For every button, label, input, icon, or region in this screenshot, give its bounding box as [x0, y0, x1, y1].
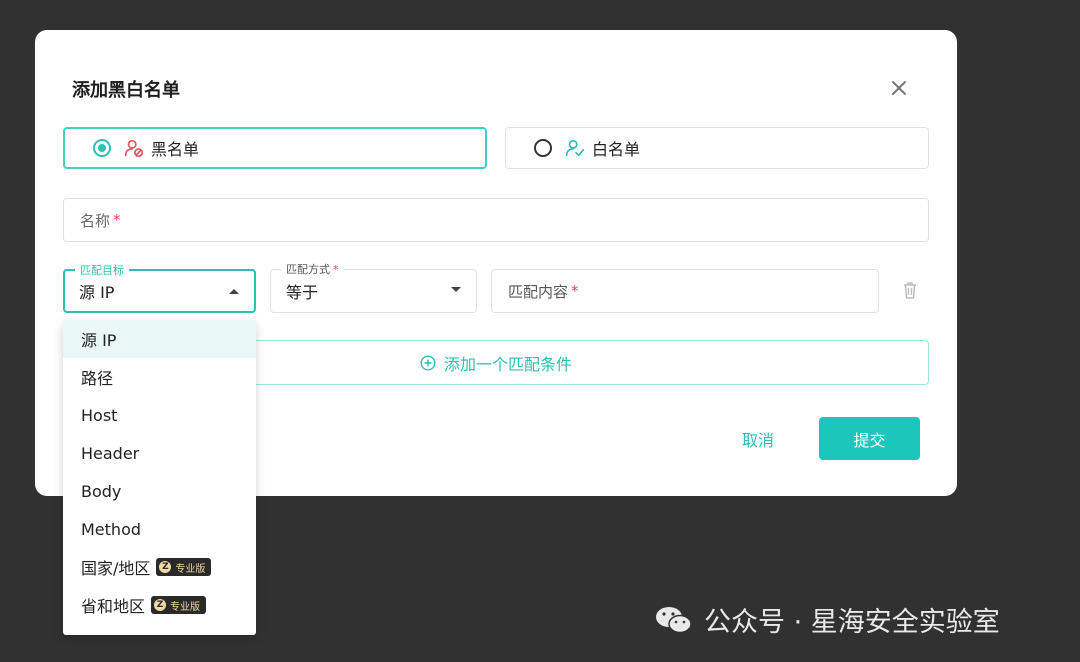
dropdown-item-header[interactable]: Header — [63, 434, 256, 472]
dropdown-item-path[interactable]: 路径 — [63, 358, 256, 396]
required-mark: * — [333, 263, 339, 276]
blacklist-option[interactable]: 黑名单 — [63, 127, 487, 169]
add-condition-label: 添加一个匹配条件 — [443, 354, 572, 374]
whitelist-option[interactable]: 白名单 — [505, 127, 929, 169]
dropdown-item-country[interactable]: 国家/地区 Z 专业版 — [63, 548, 256, 586]
caret-down-icon — [451, 287, 461, 292]
dropdown-item-source-ip[interactable]: 源 IP — [63, 320, 256, 358]
dropdown-item-label: 路径 — [81, 369, 114, 388]
blacklist-radio[interactable] — [93, 139, 111, 157]
dropdown-item-label: Body — [81, 481, 122, 501]
match-target-select[interactable]: 匹配目标 源 IP — [63, 262, 256, 313]
dropdown-item-body[interactable]: Body — [63, 472, 256, 510]
pro-badge: Z 专业版 — [156, 558, 212, 576]
name-field[interactable]: 名称 * — [63, 198, 929, 242]
match-mode-label: 匹配方式 * — [281, 261, 344, 277]
trash-icon[interactable] — [901, 280, 919, 300]
match-mode-value: 等于 — [286, 283, 319, 302]
pro-icon: Z — [159, 561, 172, 573]
pro-badge-label: 专业版 — [170, 601, 201, 613]
dropdown-item-method[interactable]: Method — [63, 510, 256, 548]
caret-up-icon — [229, 289, 239, 294]
dropdown-item-label: Host — [81, 405, 118, 425]
match-target-label: 匹配目标 — [75, 262, 129, 278]
name-placeholder: 名称 — [80, 211, 111, 230]
dropdown-item-label: Method — [81, 519, 142, 539]
dropdown-item-province[interactable]: 省和地区 Z 专业版 — [63, 586, 256, 624]
dropdown-item-label: 国家/地区 — [81, 559, 151, 578]
match-content-placeholder: 匹配内容 — [508, 282, 569, 301]
watermark: 公众号 · 星海安全实验室 — [654, 600, 1000, 639]
match-target-value: 源 IP — [79, 283, 115, 302]
match-mode-select[interactable]: 匹配方式 * 等于 — [270, 261, 477, 313]
pro-badge: Z 专业版 — [151, 596, 207, 614]
dropdown-item-label: 省和地区 — [81, 597, 146, 616]
pro-icon: Z — [154, 599, 167, 611]
required-mark: * — [571, 282, 579, 300]
watermark-text: 公众号 · 星海安全实验室 — [704, 607, 1000, 638]
submit-button[interactable]: 提交 — [819, 417, 920, 460]
whitelist-radio[interactable] — [534, 139, 552, 157]
dropdown-item-host[interactable]: Host — [63, 396, 256, 434]
match-content-input[interactable]: 匹配内容 * — [491, 269, 879, 313]
required-mark: * — [113, 211, 121, 229]
plus-circle-icon — [420, 354, 436, 371]
pro-badge-label: 专业版 — [175, 563, 206, 575]
close-icon[interactable] — [887, 76, 911, 100]
dropdown-item-label: 源 IP — [81, 331, 117, 350]
wechat-icon — [656, 606, 692, 633]
dropdown-item-label: Header — [81, 443, 140, 463]
whitelist-label: 白名单 — [592, 140, 641, 159]
match-mode-label-text: 匹配方式 — [286, 263, 330, 276]
user-check-icon — [565, 139, 585, 157]
cancel-button[interactable]: 取消 — [718, 419, 798, 459]
user-block-icon — [124, 139, 144, 158]
match-target-dropdown: 源 IP 路径 Host Header Body Method 国家/地区 Z … — [63, 320, 256, 635]
dialog-title: 添加黑白名单 — [72, 80, 180, 101]
blacklist-label: 黑名单 — [151, 140, 200, 159]
